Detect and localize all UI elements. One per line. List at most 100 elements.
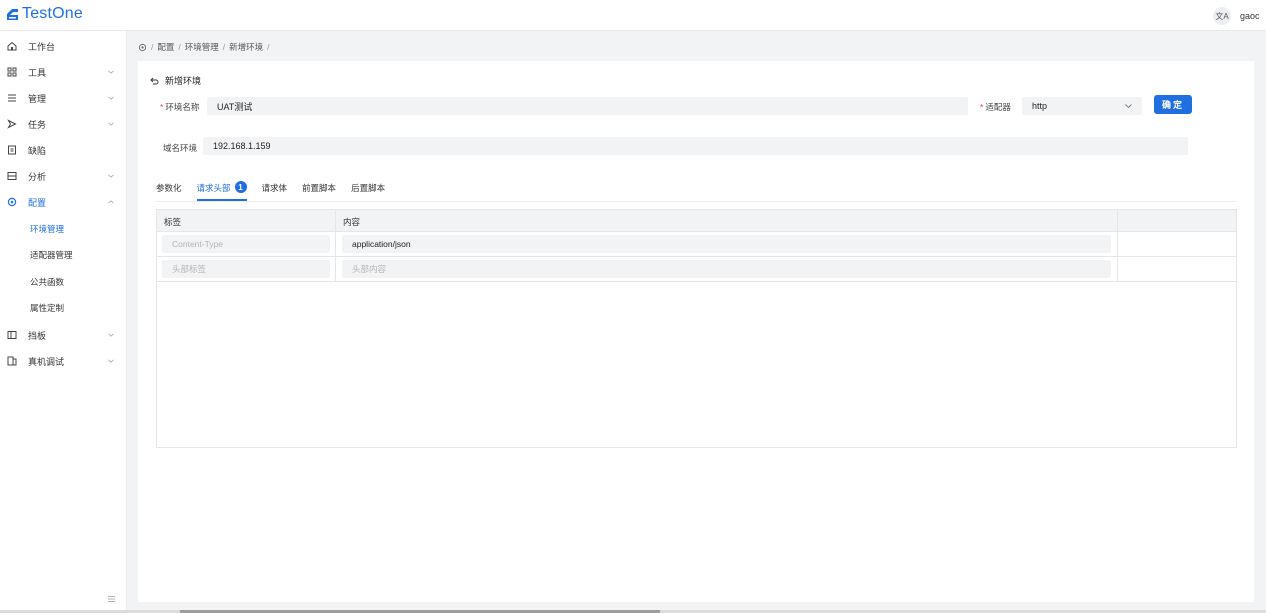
- breadcrumb-separator: /: [222, 42, 226, 52]
- header-value-placeholder: 头部内容: [352, 264, 387, 274]
- sidebar-item-tasks[interactable]: 任务: [0, 111, 127, 137]
- env-name-label: * 环境名称: [160, 101, 199, 113]
- back-arrow-icon: [150, 77, 159, 84]
- adapter-label-text: 适配器: [985, 102, 1011, 112]
- header-value-input[interactable]: 头部内容: [342, 260, 1111, 278]
- sidebar-item-config[interactable]: 配置: [0, 189, 127, 215]
- table-row: 头部标签 头部内容: [157, 257, 1236, 282]
- logo-icon: [7, 8, 18, 20]
- tab-request-body[interactable]: 请求体: [262, 182, 288, 201]
- required-mark: *: [980, 102, 984, 112]
- settings-icon: [138, 43, 147, 51]
- sidebar: 工作台 工具 管理 任务 缺陷 分析 配置 环境管理 适配器管理 公共函数 属性…: [0, 31, 127, 613]
- domain-label: 域名环境: [163, 143, 198, 153]
- header-key-input[interactable]: 头部标签: [162, 260, 330, 278]
- sidebar-subitem-label: 环境管理: [30, 224, 65, 234]
- page-title: 新增环境: [165, 76, 202, 86]
- sidebar-subitem-env-manage[interactable]: 环境管理: [0, 216, 127, 242]
- play-icon: [7, 119, 17, 129]
- header-key-placeholder: Content-Type: [172, 239, 224, 249]
- env-name-value: UAT测试: [217, 101, 253, 112]
- sidebar-item-label: 任务: [28, 119, 47, 130]
- logo-text: TestOne: [22, 5, 83, 22]
- home-icon: [7, 41, 17, 51]
- breadcrumb-item: 新增环境: [229, 42, 264, 52]
- sidebar-item-device-debug[interactable]: 真机调试: [0, 348, 127, 374]
- sidebar-item-label: 缺陷: [28, 145, 47, 156]
- chevron-down-icon: [1125, 104, 1132, 109]
- breadcrumb-item[interactable]: 配置: [157, 41, 174, 53]
- sidebar-subitem-adapter-manage[interactable]: 适配器管理: [0, 242, 127, 268]
- table-header: 标签 内容: [157, 210, 1236, 232]
- chevron-down-icon: [108, 96, 114, 100]
- chevron-down-icon: [108, 70, 114, 74]
- tab-request-headers[interactable]: 请求头部 1: [196, 181, 247, 201]
- tab-label: 请求头部: [196, 183, 231, 193]
- tab-label: 请求体: [261, 183, 288, 193]
- sidebar-item-analysis[interactable]: 分析: [0, 163, 127, 189]
- chevron-down-icon: [108, 122, 114, 126]
- tab-post-script[interactable]: 后置脚本: [351, 182, 385, 201]
- tab-label: 参数化: [156, 183, 182, 193]
- sidebar-item-label: 工作台: [28, 41, 56, 52]
- column-header-content: 内容: [343, 217, 361, 227]
- tab-label: 后置脚本: [351, 183, 386, 193]
- tab-bar: 参数化 请求头部 1 请求体 前置脚本 后置脚本: [156, 181, 400, 201]
- chevron-down-icon: [108, 174, 114, 178]
- sidebar-item-label: 分析: [28, 171, 47, 182]
- top-bar: TestOne 文A gaoc: [0, 0, 1266, 31]
- sidebar-collapse-icon[interactable]: [107, 595, 116, 603]
- sidebar-item-label: 挡板: [28, 330, 47, 341]
- table-row: Content-Type application/json: [157, 232, 1236, 257]
- sidebar-subitem-public-functions[interactable]: 公共函数: [0, 269, 127, 295]
- tab-parameterize[interactable]: 参数化: [156, 182, 182, 201]
- panel-icon: [7, 330, 17, 340]
- list-icon: [7, 93, 17, 103]
- header-value: application/json: [352, 239, 411, 249]
- count-badge: 1: [234, 181, 247, 193]
- sidebar-item-manage[interactable]: 管理: [0, 85, 127, 111]
- breadcrumb: / 配置 / 环境管理 / 新增环境 /: [138, 41, 270, 53]
- header-key-input[interactable]: Content-Type: [162, 235, 330, 253]
- app-logo[interactable]: TestOne: [6, 5, 83, 23]
- chevron-down-icon: [108, 359, 114, 363]
- tabs-divider: [156, 201, 1236, 202]
- grid-icon: [7, 67, 17, 77]
- sidebar-item-label: 管理: [28, 93, 47, 104]
- adapter-value: http: [1032, 101, 1048, 111]
- translate-icon: 文A: [1215, 11, 1229, 21]
- breadcrumb-separator: /: [267, 42, 270, 52]
- device-icon: [7, 356, 17, 366]
- sidebar-item-label: 真机调试: [28, 356, 65, 367]
- sidebar-item-baffle[interactable]: 挡板: [0, 322, 127, 348]
- sidebar-item-defects[interactable]: 缺陷: [0, 137, 127, 163]
- adapter-label: * 适配器: [980, 101, 1011, 113]
- headers-table: 标签 内容 Content-Type application/json 头部标签…: [156, 209, 1237, 448]
- bug-file-icon: [7, 145, 17, 155]
- sidebar-item-label: 工具: [28, 67, 47, 78]
- breadcrumb-item[interactable]: 环境管理: [185, 41, 219, 53]
- domain-value: 192.168.1.159: [213, 141, 271, 151]
- sidebar-subitem-label: 公共函数: [30, 277, 65, 287]
- domain-input[interactable]: 192.168.1.159: [203, 137, 1188, 155]
- confirm-button-label: 确定: [1161, 100, 1184, 110]
- sidebar-item-label: 配置: [28, 197, 47, 208]
- back-button[interactable]: 新增环境: [150, 74, 201, 87]
- main-card: 新增环境 * 环境名称 UAT测试 * 适配器 http 确定 域名环境 192.1…: [138, 61, 1254, 602]
- settings-icon: [7, 197, 17, 207]
- chart-icon: [7, 171, 17, 181]
- env-name-input[interactable]: UAT测试: [207, 97, 968, 115]
- adapter-select[interactable]: http: [1022, 97, 1142, 115]
- username[interactable]: gaoc: [1240, 11, 1260, 21]
- header-value-input[interactable]: application/json: [342, 235, 1111, 253]
- sidebar-item-tools[interactable]: 工具: [0, 59, 127, 85]
- sidebar-subitem-attribute-custom[interactable]: 属性定制: [0, 295, 127, 321]
- header-key-placeholder: 头部标签: [172, 264, 207, 274]
- column-header-label: 标签: [164, 217, 182, 227]
- breadcrumb-separator: /: [178, 42, 181, 52]
- translate-button[interactable]: 文A: [1213, 7, 1231, 25]
- sidebar-subitem-label: 属性定制: [30, 303, 65, 313]
- sidebar-item-workbench[interactable]: 工作台: [0, 33, 127, 59]
- confirm-button[interactable]: 确定: [1154, 95, 1192, 114]
- tab-pre-script[interactable]: 前置脚本: [302, 182, 336, 201]
